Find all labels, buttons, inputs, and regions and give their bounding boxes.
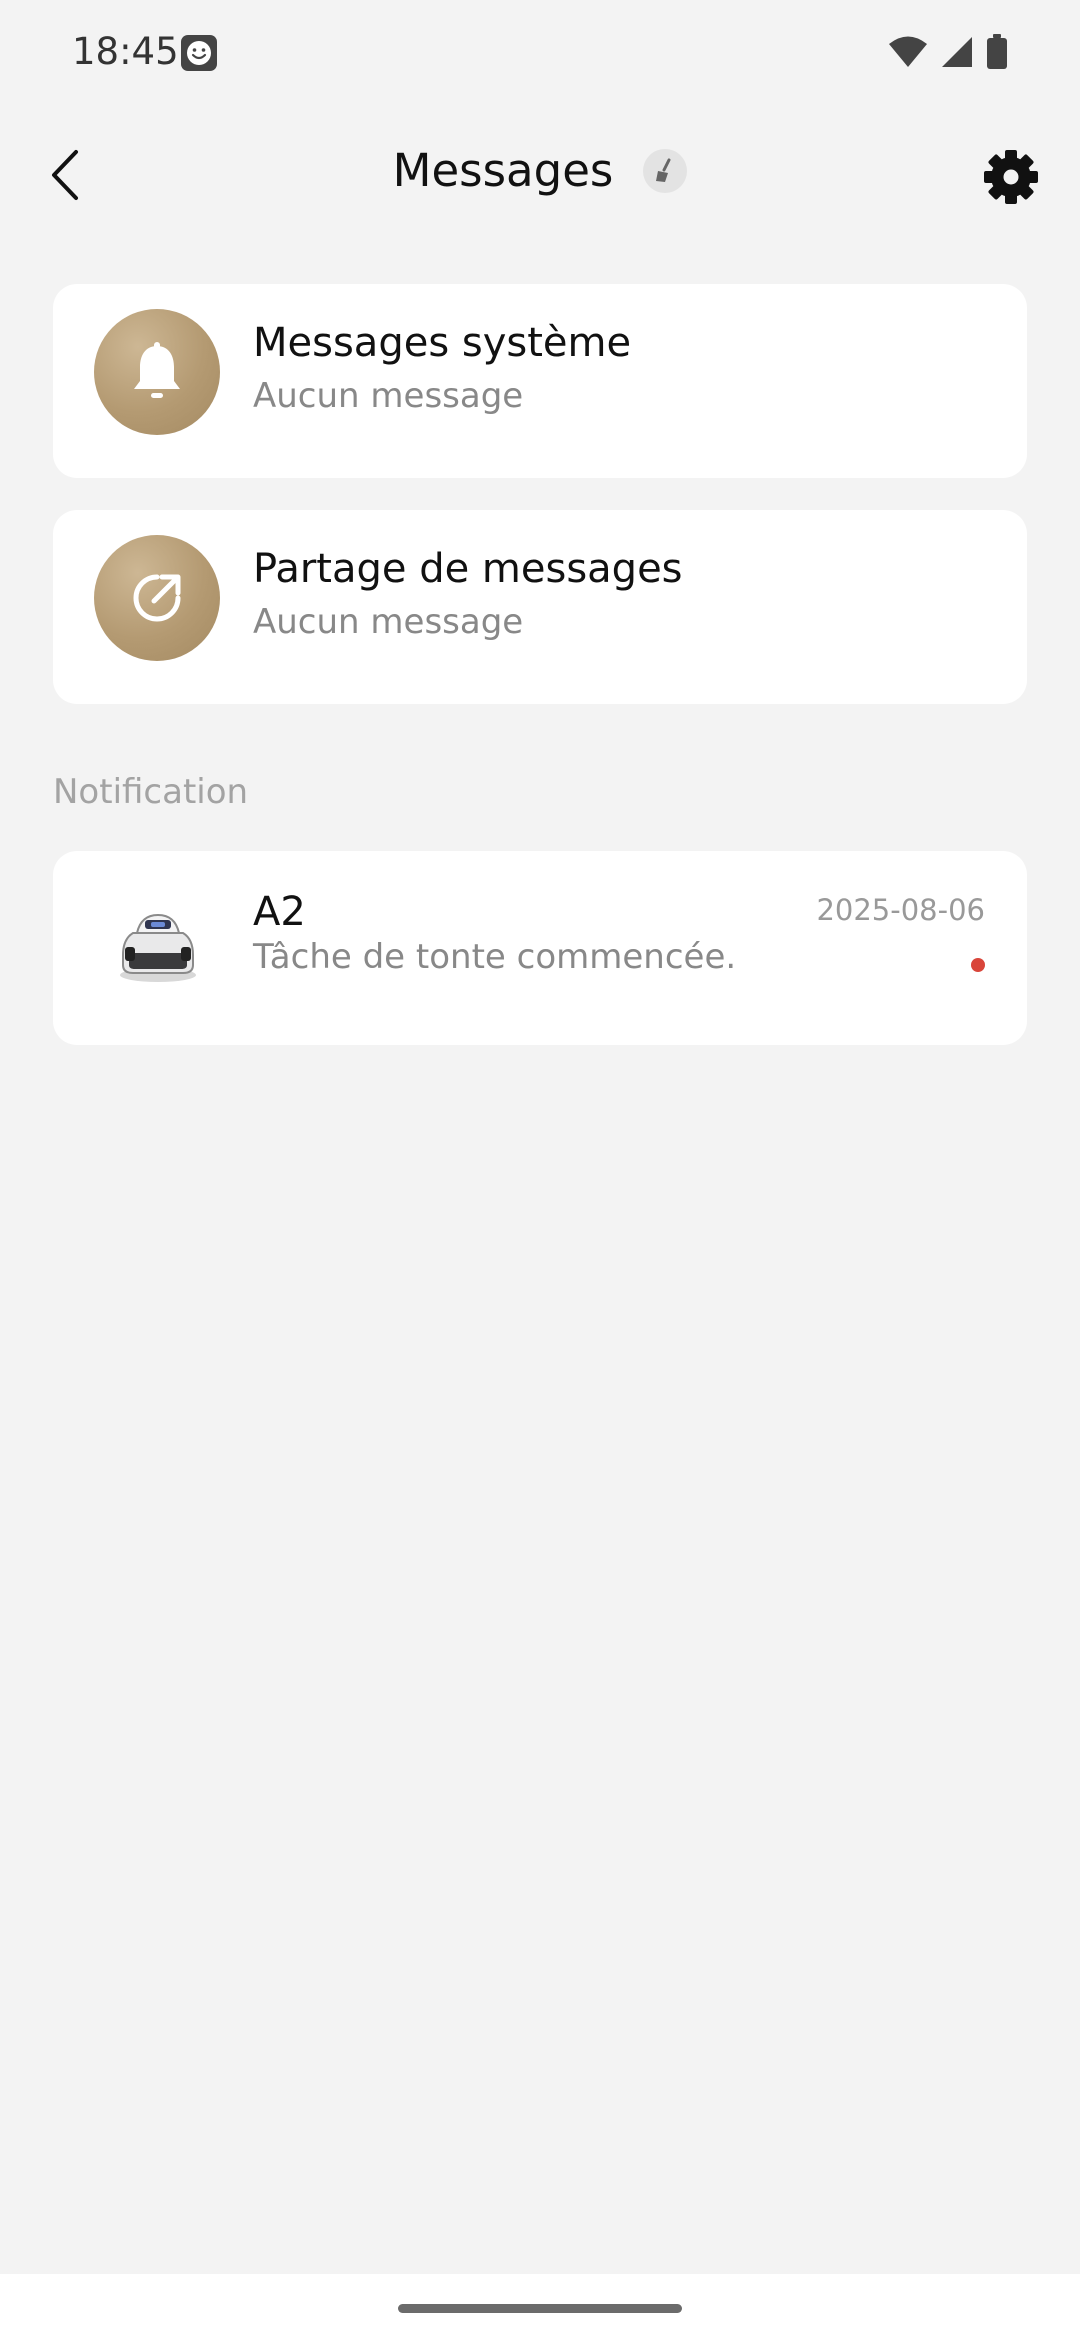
notification-date: 2025-08-06 <box>816 893 985 927</box>
unread-dot <box>971 958 985 972</box>
notification-device-name: A2 <box>253 889 306 935</box>
gear-icon[interactable] <box>982 148 1040 206</box>
status-time: 18:45 <box>72 30 179 73</box>
card-subtitle: Aucun message <box>253 376 524 416</box>
section-label-notification: Notification <box>53 772 249 812</box>
sharing-messages-card[interactable]: Partage de messages Aucun message <box>53 510 1027 704</box>
page-title: Messages <box>392 144 614 197</box>
wifi-icon <box>889 36 927 67</box>
title-wrap: Messages <box>0 144 1080 197</box>
broom-icon <box>656 158 671 182</box>
notification-item[interactable]: A2 Tâche de tonte commencée. 2025-08-06 <box>53 851 1027 1045</box>
card-subtitle: Aucun message <box>253 602 524 642</box>
share-icon-circle <box>94 535 220 661</box>
header: Messages <box>0 120 1080 230</box>
notification-message: Tâche de tonte commencée. <box>253 937 737 977</box>
home-indicator[interactable] <box>398 2304 682 2313</box>
signal-icon <box>942 37 972 67</box>
card-title: Messages système <box>253 320 632 366</box>
bell-icon-circle <box>94 309 220 435</box>
share-icon <box>133 574 181 622</box>
card-title: Partage de messages <box>253 546 683 592</box>
status-bar: 18:45 <box>0 0 1080 110</box>
bell-icon <box>134 342 180 398</box>
robot-mower-icon <box>120 913 196 982</box>
face-icon <box>181 35 217 71</box>
status-icons <box>888 34 1008 70</box>
system-messages-card[interactable]: Messages système Aucun message <box>53 284 1027 478</box>
clear-messages-button[interactable] <box>643 148 688 193</box>
battery-icon <box>987 34 1007 69</box>
